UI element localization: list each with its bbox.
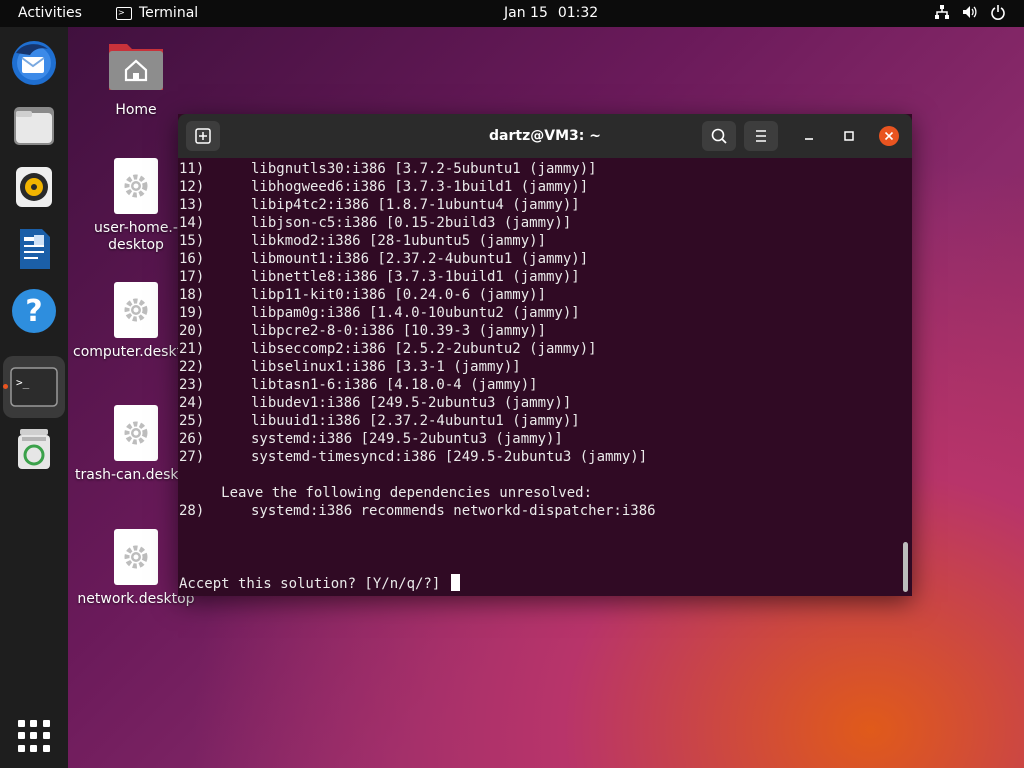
text-cursor: [450, 574, 460, 591]
files-icon[interactable]: [10, 101, 58, 149]
clock-time: 01:32: [557, 5, 599, 21]
gear-icon: [114, 158, 158, 214]
unresolved-heading: Leave the following dependencies unresol…: [179, 485, 593, 501]
terminal-line: 22) libselinux1:i386 [3.3-1 (jammy)]: [179, 359, 521, 375]
gear-icon: [114, 405, 158, 461]
terminal-line: 19) libpam0g:i386 [1.4.0-10ubuntu2 (jammy…: [179, 305, 580, 321]
minimize-button[interactable]: [799, 126, 819, 146]
maximize-icon: [844, 131, 854, 141]
running-indicator: [3, 384, 8, 389]
search-button[interactable]: [702, 121, 736, 151]
thunderbird-icon[interactable]: [10, 39, 58, 87]
terminal-window[interactable]: dartz@VM3: ~ 11) libgnutls30:i386 [3.7.2-…: [178, 114, 912, 596]
terminal-line: 15) libkmod2:i386 [28-1ubuntu5 (jammy)]: [179, 233, 547, 249]
search-icon: [711, 128, 727, 144]
desktop-icon-home[interactable]: Home: [71, 36, 201, 119]
terminal-line: 11) libgnutls30:i386 [3.7.2-5ubuntu1 (jam…: [179, 161, 597, 177]
close-icon: [879, 126, 899, 146]
prompt-text: Accept this solution? [Y/n/q/?]: [179, 576, 449, 592]
volume-icon[interactable]: [962, 4, 978, 20]
terminal-line: 17) libnettle8:i386 [3.7.3-1build1 (jammy…: [179, 269, 580, 285]
terminal-small-icon: >: [116, 6, 132, 20]
clock[interactable]: Jan 15 01:32: [504, 5, 598, 21]
minimize-icon: [805, 138, 813, 140]
terminal-headerbar[interactable]: dartz@VM3: ~: [178, 114, 912, 158]
terminal-line: 21) libseccomp2:i386 [2.5.2-2ubuntu2 (jam…: [179, 341, 597, 357]
top-bar: Activities > Terminal Jan 15 01:32: [0, 0, 1024, 27]
app-menu-label: Terminal: [139, 5, 199, 21]
help-icon[interactable]: ?: [10, 287, 58, 335]
app-menu[interactable]: > Terminal: [116, 5, 198, 21]
terminal-line: 18) libp11-kit0:i386 [0.24.0-6 (jammy)]: [179, 287, 547, 303]
scrollbar[interactable]: [903, 542, 908, 592]
terminal-line: 25) libuuid1:i386 [2.37.2-4ubuntu1 (jammy…: [179, 413, 580, 429]
terminal-line: 14) libjson-c5:i386 [0.15-2build3 (jammy)…: [179, 215, 572, 231]
terminal-line: 16) libmount1:i386 [2.37.2-4ubuntu1 (jamm…: [179, 251, 589, 267]
writer-icon[interactable]: [10, 225, 58, 273]
trash-icon[interactable]: [10, 425, 58, 473]
dock: ? >_: [0, 27, 68, 768]
activities-button[interactable]: Activities: [18, 5, 82, 21]
hamburger-icon: [756, 130, 766, 142]
terminal-line: 24) libudev1:i386 [249.5-2ubuntu3 (jammy)…: [179, 395, 572, 411]
terminal-line: 12) libhogweed6:i386 [3.7.3-1build1 (jamm…: [179, 179, 589, 195]
maximize-button[interactable]: [839, 126, 859, 146]
clock-date: Jan 15: [504, 5, 548, 21]
show-apps-icon[interactable]: [18, 720, 50, 752]
power-icon[interactable]: [990, 4, 1006, 20]
system-tray[interactable]: [934, 4, 1006, 20]
menu-button[interactable]: [744, 121, 778, 151]
svg-text:>_: >_: [16, 376, 30, 389]
terminal-line: 28) systemd:i386 recommends networkd-disp…: [179, 503, 656, 519]
terminal-icon[interactable]: >_: [3, 356, 65, 418]
prompt-line[interactable]: Accept this solution? [Y/n/q/?]: [179, 574, 460, 593]
rhythmbox-icon[interactable]: [10, 163, 58, 211]
network-icon[interactable]: [934, 4, 950, 20]
terminal-line: 20) libpcre2-8-0:i386 [10.39-3 (jammy)]: [179, 323, 547, 339]
close-button[interactable]: [879, 126, 899, 146]
svg-text:?: ?: [25, 294, 42, 329]
terminal-line: 27) systemd-timesyncd:i386 [249.5-2ubuntu…: [179, 449, 648, 465]
gear-icon: [114, 529, 158, 585]
home-folder-icon: [109, 44, 163, 90]
terminal-line: 13) libip4tc2:i386 [1.8.7-1ubuntu4 (jammy…: [179, 197, 580, 213]
terminal-line: 26) systemd:i386 [249.5-2ubuntu3 (jammy)]: [179, 431, 563, 447]
gear-icon: [114, 282, 158, 338]
terminal-line: 23) libtasn1-6:i386 [4.18.0-4 (jammy)]: [179, 377, 538, 393]
terminal-output[interactable]: 11) libgnutls30:i386 [3.7.2-5ubuntu1 (jam…: [178, 158, 900, 596]
